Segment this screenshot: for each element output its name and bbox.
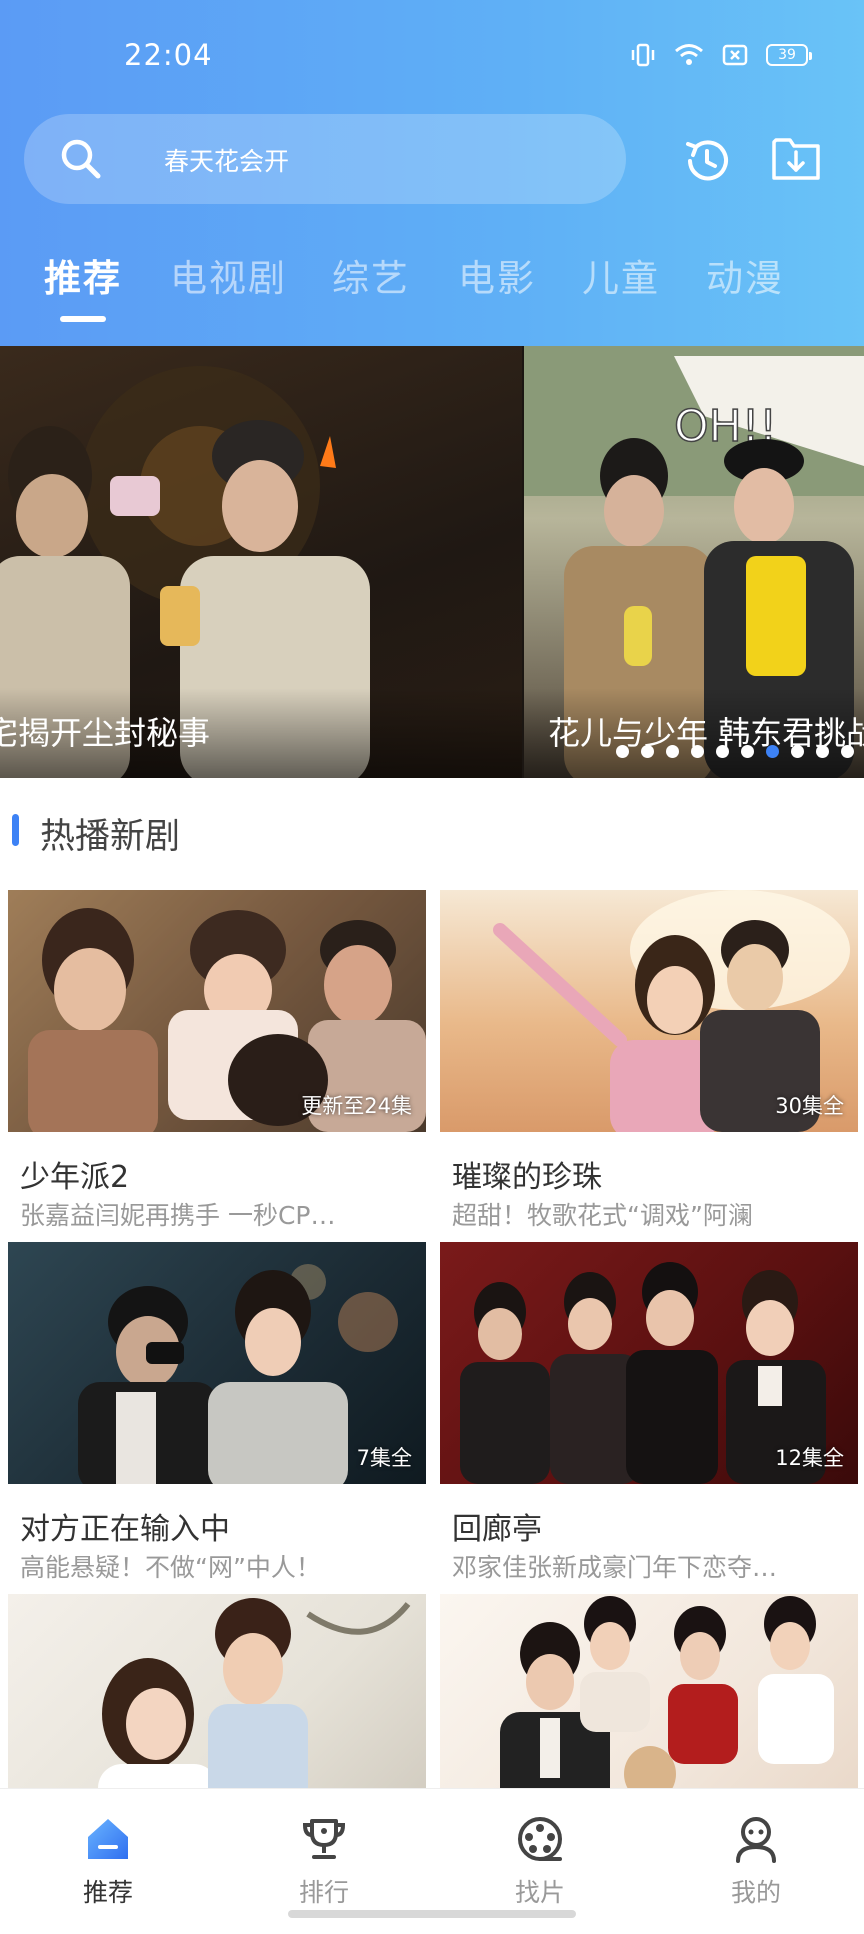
banner-carousel[interactable]: 宅揭开尘封秘事 OH!! 花儿与少年 韩东君挑战 <box>0 346 864 778</box>
search-icon <box>58 136 104 186</box>
profile-icon <box>732 1815 780 1863</box>
episode-badge: 30集全 <box>775 1094 844 1118</box>
show-title: 少年派2 <box>20 1160 130 1195</box>
search-row: 春天花会开 <box>24 114 864 204</box>
nav-item-profile[interactable]: 我的 <box>648 1789 864 1921</box>
show-card[interactable]: 12集全 回廊亭 邓家佳张新成豪门年下恋夺… <box>440 1242 858 1582</box>
sim-off-icon <box>722 43 748 67</box>
download-folder-icon[interactable] <box>770 134 822 188</box>
episode-badge: 更新至24集 <box>301 1094 412 1118</box>
show-poster: 更新至24集 <box>8 890 426 1132</box>
section-title: 热播新剧 <box>40 817 181 857</box>
carousel-dot[interactable] <box>716 745 729 758</box>
show-card[interactable]: 30集全 璀璨的珍珠 超甜！牧歌花式“调戏”阿澜 <box>440 890 858 1230</box>
show-card[interactable]: 更新至24集 少年派2 张嘉益闫妮再携手 一秒CP… <box>8 890 426 1230</box>
home-indicator[interactable] <box>288 1910 576 1918</box>
show-subtitle: 高能悬疑！不做“网”中人！ <box>20 1553 321 1582</box>
banner-slide[interactable]: 宅揭开尘封秘事 <box>0 346 522 778</box>
episode-badge: 7集全 <box>356 1446 412 1470</box>
wifi-icon <box>674 42 704 68</box>
carousel-dot-active[interactable] <box>766 745 779 758</box>
banner-caption: 宅揭开尘封秘事 <box>0 714 211 752</box>
nav-item-ranking[interactable]: 排行 <box>216 1789 432 1921</box>
show-subtitle: 张嘉益闫妮再携手 一秒CP… <box>20 1201 336 1230</box>
history-icon[interactable] <box>680 134 734 192</box>
home-icon <box>84 1815 132 1863</box>
trophy-icon <box>300 1815 348 1863</box>
status-bar: 22:04 39 <box>0 0 864 110</box>
show-poster: 30集全 <box>440 890 858 1132</box>
carousel-dot[interactable] <box>641 745 654 758</box>
status-icons: 39 <box>630 40 812 70</box>
tab-variety[interactable]: 综艺 <box>332 248 410 302</box>
vibrate-icon <box>630 42 656 68</box>
show-subtitle: 邓家佳张新成豪门年下恋夺… <box>452 1553 778 1582</box>
nav-item-discover[interactable]: 找片 <box>432 1789 648 1921</box>
nav-label: 找片 <box>514 1878 565 1907</box>
search-input[interactable]: 春天花会开 <box>24 114 626 204</box>
category-tabs: 推荐 电视剧 综艺 电影 儿童 动漫 <box>0 248 864 328</box>
carousel-dot[interactable] <box>616 745 629 758</box>
episode-badge: 12集全 <box>775 1446 844 1470</box>
nav-label: 推荐 <box>82 1878 133 1907</box>
active-tab-indicator <box>60 316 106 322</box>
carousel-dot[interactable] <box>841 745 854 758</box>
banner-slide[interactable]: OH!! 花儿与少年 韩东君挑战 <box>524 346 864 778</box>
carousel-dot[interactable] <box>791 745 804 758</box>
carousel-dot[interactable] <box>666 745 679 758</box>
tab-movie[interactable]: 电影 <box>458 248 536 302</box>
nav-label: 我的 <box>730 1878 781 1907</box>
nav-item-recommend[interactable]: 推荐 <box>0 1789 216 1921</box>
tab-anime[interactable]: 动漫 <box>706 248 784 302</box>
tab-kids[interactable]: 儿童 <box>582 248 660 302</box>
show-poster: 7集全 <box>8 1242 426 1484</box>
show-title: 璀璨的珍珠 <box>452 1160 602 1195</box>
show-card[interactable]: 7集全 对方正在输入中 高能悬疑！不做“网”中人！ <box>8 1242 426 1582</box>
battery-icon: 39 <box>766 44 812 66</box>
section-accent-bar <box>12 814 19 846</box>
show-subtitle: 超甜！牧歌花式“调戏”阿澜 <box>452 1201 753 1230</box>
carousel-dot[interactable] <box>691 745 704 758</box>
nav-label: 排行 <box>298 1878 349 1907</box>
top-header: 22:04 39 春天花会开 推荐 电视剧 综艺 电影 儿童 动漫 <box>0 0 864 346</box>
show-title: 对方正在输入中 <box>20 1512 230 1547</box>
status-time: 22:04 <box>124 38 213 72</box>
film-reel-icon <box>516 1815 564 1863</box>
tab-tv-series[interactable]: 电视剧 <box>170 248 287 302</box>
tab-recommend[interactable]: 推荐 <box>44 248 122 302</box>
bottom-nav: 推荐 排行 找片 我的 <box>0 1788 864 1920</box>
carousel-dot[interactable] <box>816 745 829 758</box>
carousel-dot[interactable] <box>741 745 754 758</box>
search-placeholder: 春天花会开 <box>164 147 290 176</box>
show-poster: 12集全 <box>440 1242 858 1484</box>
carousel-dots <box>616 745 854 758</box>
show-title: 回廊亭 <box>452 1512 542 1547</box>
